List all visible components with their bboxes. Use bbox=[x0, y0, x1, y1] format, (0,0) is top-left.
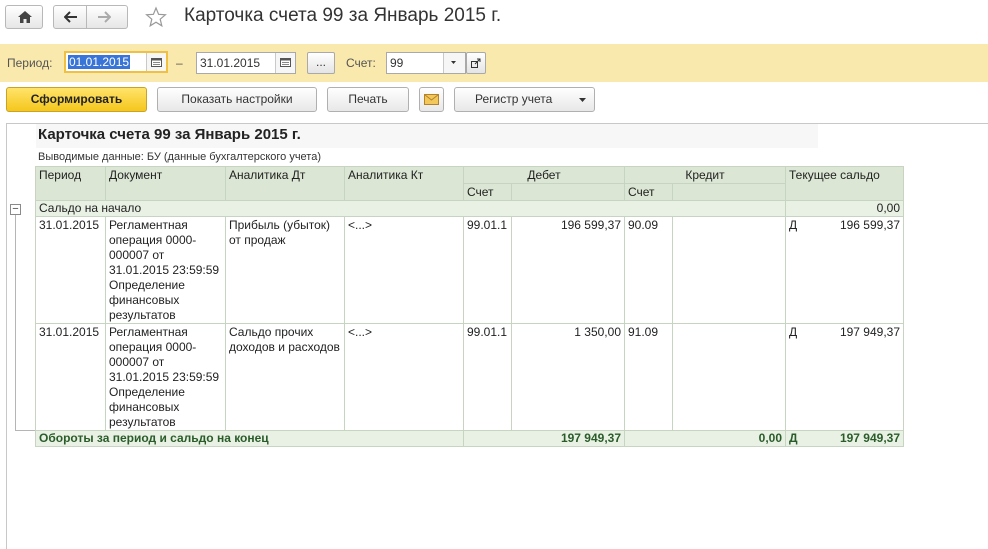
generate-button[interactable]: Сформировать bbox=[6, 87, 147, 112]
account-value: 99 bbox=[390, 56, 404, 70]
date-to-value: 31.01.2015 bbox=[200, 56, 261, 70]
report-meta: Выводимые данные: БУ (данные бухгалтерск… bbox=[38, 151, 321, 163]
print-button[interactable]: Печать bbox=[327, 87, 409, 112]
header-credit-account: Счет bbox=[624, 183, 673, 201]
report-table: Период Документ Аналитика Дт Аналитика К… bbox=[35, 166, 904, 447]
account-dropdown-button[interactable] bbox=[443, 53, 465, 73]
row-debit-account: 99.01.1 bbox=[463, 216, 512, 324]
row-balance: Д 196 599,37 bbox=[785, 216, 904, 324]
row-balance-amount: 197 949,37 bbox=[839, 325, 900, 339]
totals-label: Обороты за период и сальдо на конец bbox=[35, 430, 464, 447]
totals-debit: 197 949,37 bbox=[463, 430, 625, 447]
row-balance-amount: 196 599,37 bbox=[839, 218, 900, 232]
home-button[interactable] bbox=[5, 5, 43, 29]
row-analytics-kt: <...> bbox=[344, 216, 464, 324]
arrow-right-icon bbox=[98, 11, 111, 23]
home-icon bbox=[18, 11, 32, 23]
row-analytics-kt: <...> bbox=[344, 323, 464, 431]
row-debit-amount: 1 350,00 bbox=[511, 323, 625, 431]
date-from-calendar-button[interactable] bbox=[146, 53, 166, 71]
totals-row: Обороты за период и сальдо на конец 197 … bbox=[35, 430, 904, 447]
show-settings-button[interactable]: Показать настройки bbox=[157, 87, 317, 112]
minus-square-icon[interactable]: − bbox=[10, 204, 21, 215]
calendar-icon bbox=[280, 58, 291, 67]
row-period: 31.01.2015 bbox=[35, 323, 106, 431]
row-analytics-dt[interactable]: Прибыль (убыток) от продаж bbox=[225, 216, 345, 324]
period-dash: – bbox=[176, 56, 183, 70]
totals-credit: 0,00 bbox=[624, 430, 786, 447]
account-field[interactable]: 99 bbox=[386, 52, 466, 74]
back-button[interactable] bbox=[53, 5, 87, 29]
totals-balance-amount: 197 949,37 bbox=[839, 431, 900, 446]
date-to-calendar-button[interactable] bbox=[275, 53, 295, 73]
register-button[interactable]: Регистр учета bbox=[454, 87, 595, 112]
totals-balance: Д 197 949,37 bbox=[785, 430, 904, 447]
row-document[interactable]: Регламентная операция 0000-000007 от 31.… bbox=[105, 216, 226, 324]
header-debit: Дебет bbox=[463, 166, 625, 184]
date-to-field[interactable]: 31.01.2015 bbox=[196, 52, 296, 74]
row-credit-account: 90.09 bbox=[624, 216, 673, 324]
account-label: Счет: bbox=[346, 56, 376, 70]
period-label: Период: bbox=[7, 56, 53, 70]
header-analytics-dt: Аналитика Дт bbox=[225, 166, 345, 201]
chevron-down-icon bbox=[451, 61, 456, 64]
arrow-left-icon bbox=[64, 11, 77, 23]
totals-balance-sign: Д bbox=[789, 431, 798, 446]
row-analytics-dt[interactable]: Сальдо прочих доходов и расходов bbox=[225, 323, 345, 431]
title-bar: Карточка счета 99 за Январь 2015 г. bbox=[0, 0, 988, 38]
row-balance-sign: Д bbox=[789, 218, 798, 232]
header-debit-account: Счет bbox=[463, 183, 512, 201]
account-open-button[interactable] bbox=[466, 52, 486, 74]
table-row[interactable]: 31.01.2015 Регламентная операция 0000-00… bbox=[35, 323, 904, 431]
period-select-button[interactable]: ... bbox=[307, 52, 335, 74]
email-button[interactable] bbox=[419, 87, 444, 112]
table-row[interactable]: 31.01.2015 Регламентная операция 0000-00… bbox=[35, 216, 904, 324]
header-period: Период bbox=[35, 166, 106, 201]
row-debit-account: 99.01.1 bbox=[463, 323, 512, 431]
calendar-icon bbox=[151, 58, 162, 67]
header-credit: Кредит bbox=[624, 166, 786, 184]
date-from-value: 01.01.2015 bbox=[68, 55, 131, 69]
open-form-icon bbox=[471, 58, 481, 68]
row-period: 31.01.2015 bbox=[35, 216, 106, 324]
forward-button[interactable] bbox=[86, 5, 128, 29]
chevron-down-icon bbox=[579, 98, 586, 102]
row-balance: Д 197 949,37 bbox=[785, 323, 904, 431]
header-analytics-kt: Аналитика Кт bbox=[344, 166, 464, 201]
row-debit-amount: 196 599,37 bbox=[511, 216, 625, 324]
header-credit-amount bbox=[672, 183, 786, 201]
row-credit-account: 91.09 bbox=[624, 323, 673, 431]
header-balance: Текущее сальдо bbox=[785, 166, 904, 201]
window-title: Карточка счета 99 за Январь 2015 г. bbox=[184, 5, 502, 26]
star-icon[interactable] bbox=[145, 6, 167, 28]
group-line-end bbox=[15, 430, 35, 431]
header-debit-amount bbox=[511, 183, 625, 201]
report-title: Карточка счета 99 за Январь 2015 г. bbox=[38, 126, 301, 143]
opening-balance-label: Сальдо на начало bbox=[35, 200, 786, 217]
opening-balance-row: Сальдо на начало 0,00 bbox=[35, 200, 904, 217]
date-from-field[interactable]: 01.01.2015 bbox=[64, 51, 168, 73]
envelope-icon bbox=[424, 94, 439, 105]
row-balance-sign: Д bbox=[789, 325, 798, 339]
row-document[interactable]: Регламентная операция 0000-000007 от 31.… bbox=[105, 323, 226, 431]
parameters-bar: Период: 01.01.2015 – 31.01.2015 ... Счет… bbox=[0, 44, 988, 82]
group-line bbox=[15, 209, 16, 431]
opening-balance-value: 0,00 bbox=[785, 200, 904, 217]
header-document: Документ bbox=[105, 166, 226, 201]
register-button-label: Регистр учета bbox=[475, 92, 553, 106]
row-credit-amount bbox=[672, 216, 786, 324]
row-credit-amount bbox=[672, 323, 786, 431]
